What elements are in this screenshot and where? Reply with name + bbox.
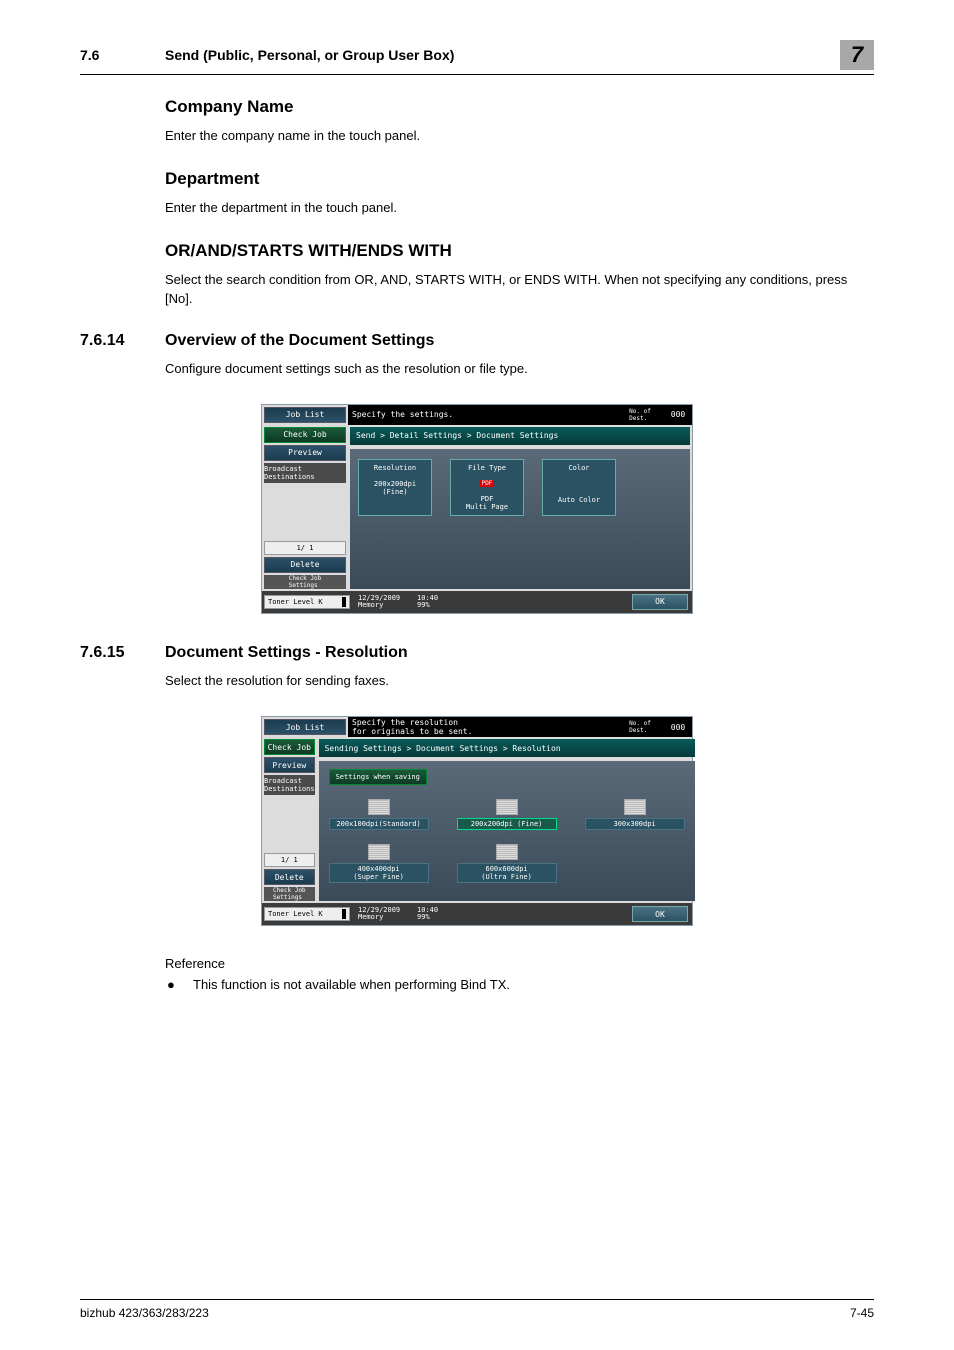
dest-label: No. of Dest. <box>616 717 664 737</box>
specify-label: Specify the settings. <box>348 405 616 425</box>
footer-page-number: 7-45 <box>850 1306 874 1320</box>
specify-label: Specify the resolution for originals to … <box>348 717 616 737</box>
ok-button[interactable]: OK <box>632 906 688 922</box>
check-job-settings-button[interactable]: Check Job Settings <box>264 887 315 901</box>
job-list-button[interactable]: Job List <box>264 407 346 423</box>
pdf-chip-icon: PDF <box>480 480 495 487</box>
chapter-badge: 7 <box>840 40 874 70</box>
header-section-num: 7.6 <box>80 47 165 63</box>
dest-count: 000 <box>664 717 692 737</box>
preview-button[interactable]: Preview <box>264 445 346 461</box>
tile-color-value: Auto Color <box>558 496 600 504</box>
broadcast-label: Broadcast Destinations <box>264 775 315 795</box>
tile-filetype-head: File Type <box>468 464 506 472</box>
subsection-num-7614: 7.6.14 <box>80 332 165 350</box>
breadcrumb: Send > Detail Settings > Document Settin… <box>350 427 690 445</box>
bullet-icon: ● <box>165 977 193 992</box>
page-indicator: 1/ 1 <box>264 541 346 555</box>
datetime-label: 12/29/2009 10:40 Memory 99% <box>358 907 438 921</box>
toner-level: Toner Level K <box>264 907 350 921</box>
resolution-grid-icon <box>496 799 518 815</box>
toner-bar-icon <box>342 597 346 607</box>
res-option-200x100[interactable]: 200x100dpi(Standard) <box>329 799 429 830</box>
panel-document-settings: Job List Specify the settings. No. of De… <box>261 404 693 614</box>
settings-when-saving-button[interactable]: Settings when saving <box>329 769 427 785</box>
tile-filetype-value: PDF Multi Page <box>466 495 508 511</box>
reference-bullet-text: This function is not available when perf… <box>193 977 510 992</box>
subsection-title-7614: Overview of the Document Settings <box>165 332 434 350</box>
tile-file-type[interactable]: File Type PDF PDF Multi Page <box>450 459 524 516</box>
toner-bar-icon <box>342 909 346 919</box>
check-job-button[interactable]: Check Job <box>264 427 346 443</box>
subsection-num-7615: 7.6.15 <box>80 644 165 662</box>
subsection-title-7615: Document Settings - Resolution <box>165 644 408 662</box>
check-job-settings-button[interactable]: Check Job Settings <box>264 575 346 589</box>
text-company-name: Enter the company name in the touch pane… <box>165 127 874 145</box>
preview-button[interactable]: Preview <box>264 757 315 773</box>
footer-model: bizhub 423/363/283/223 <box>80 1306 209 1320</box>
tile-color-head: Color <box>568 464 589 472</box>
res-option-400x400[interactable]: 400x400dpi (Super Fine) <box>329 844 429 883</box>
broadcast-label: Broadcast Destinations <box>264 463 346 483</box>
resolution-grid-icon <box>624 799 646 815</box>
check-job-button[interactable]: Check Job <box>264 739 315 755</box>
tile-resolution[interactable]: Resolution 200x200dpi (Fine) <box>358 459 432 516</box>
text-search-condition: Select the search condition from OR, AND… <box>165 271 874 307</box>
dest-count: 000 <box>664 405 692 425</box>
text-7614-body: Configure document settings such as the … <box>165 360 874 378</box>
page-footer: bizhub 423/363/283/223 7-45 <box>80 1299 874 1320</box>
resolution-grid-icon <box>368 844 390 860</box>
page-header: 7.6 Send (Public, Personal, or Group Use… <box>80 40 874 75</box>
delete-button[interactable]: Delete <box>264 869 315 885</box>
text-department: Enter the department in the touch panel. <box>165 199 874 217</box>
panel-resolution: Job List Specify the resolution for orig… <box>261 716 693 926</box>
tile-resolution-head: Resolution <box>374 464 416 472</box>
res-option-200x200[interactable]: 200x200dpi (Fine) <box>457 799 557 830</box>
ok-button[interactable]: OK <box>632 594 688 610</box>
res-option-600x600[interactable]: 600x600dpi (Ultra Fine) <box>457 844 557 883</box>
text-7615-body: Select the resolution for sending faxes. <box>165 672 874 690</box>
datetime-label: 12/29/2009 10:40 Memory 99% <box>358 595 438 609</box>
page-indicator: 1/ 1 <box>264 853 315 867</box>
res-option-300x300[interactable]: 300x300dpi <box>585 799 685 830</box>
heading-search-condition: OR/AND/STARTS WITH/ENDS WITH <box>165 241 874 261</box>
resolution-grid-icon <box>496 844 518 860</box>
header-section-title: Send (Public, Personal, or Group User Bo… <box>165 47 840 63</box>
delete-button[interactable]: Delete <box>264 557 346 573</box>
tile-color[interactable]: Color Auto Color <box>542 459 616 516</box>
dest-label: No. of Dest. <box>616 405 664 425</box>
job-list-button[interactable]: Job List <box>264 719 346 735</box>
heading-department: Department <box>165 169 874 189</box>
tile-resolution-value: 200x200dpi (Fine) <box>374 480 416 496</box>
heading-company-name: Company Name <box>165 97 874 117</box>
breadcrumb: Sending Settings > Document Settings > R… <box>319 739 695 757</box>
reference-label: Reference <box>165 956 874 971</box>
resolution-grid-icon <box>368 799 390 815</box>
toner-level: Toner Level K <box>264 595 350 609</box>
